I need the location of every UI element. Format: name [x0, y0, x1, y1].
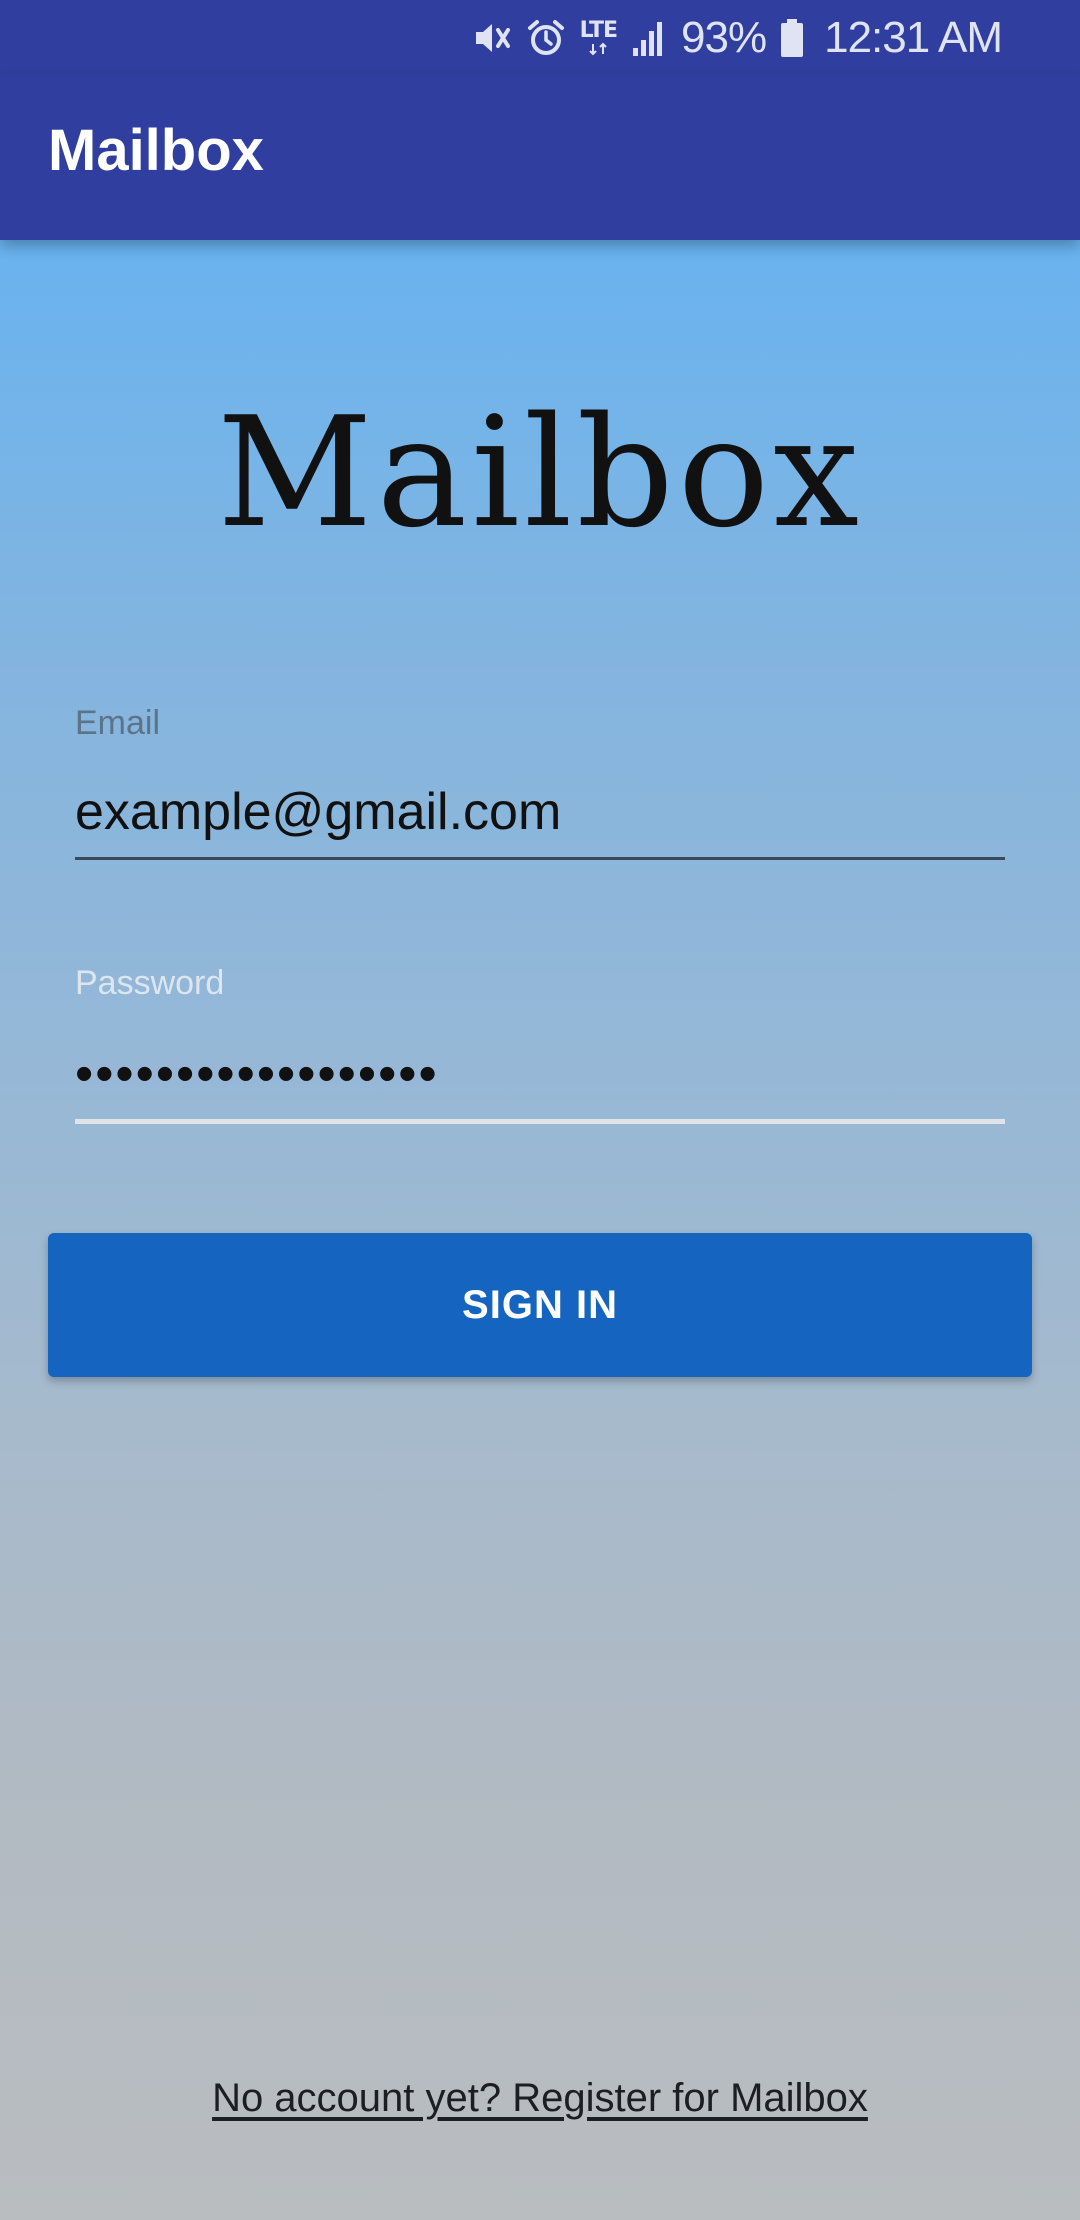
signal-icon: [631, 18, 667, 58]
lte-data-icon: LTE: [580, 20, 618, 56]
app-bar-title: Mailbox: [48, 118, 264, 183]
login-screen: Mailbox Email Password SIGN IN No accoun…: [0, 240, 1080, 2220]
status-bar: LTE 93% 12:31 AM: [0, 0, 1080, 76]
password-label: Password: [75, 964, 225, 1002]
register-link[interactable]: No account yet? Register for Mailbox: [0, 2076, 1080, 2121]
mute-icon: [472, 18, 512, 58]
battery-icon: [780, 18, 804, 58]
app-bar: Mailbox: [0, 76, 1080, 240]
status-icons: LTE 93% 12:31 AM: [472, 10, 1003, 66]
sign-in-button[interactable]: SIGN IN: [48, 1233, 1032, 1377]
email-underline: [75, 857, 1005, 860]
password-field[interactable]: [75, 1042, 1005, 1106]
email-field[interactable]: [75, 780, 1005, 844]
alarm-icon: [526, 18, 566, 58]
password-underline: [75, 1119, 1005, 1124]
status-time: 12:31 AM: [824, 13, 1003, 62]
email-label: Email: [75, 704, 161, 742]
battery-percent: 93%: [681, 13, 767, 62]
app-logo: Mailbox: [216, 384, 864, 561]
